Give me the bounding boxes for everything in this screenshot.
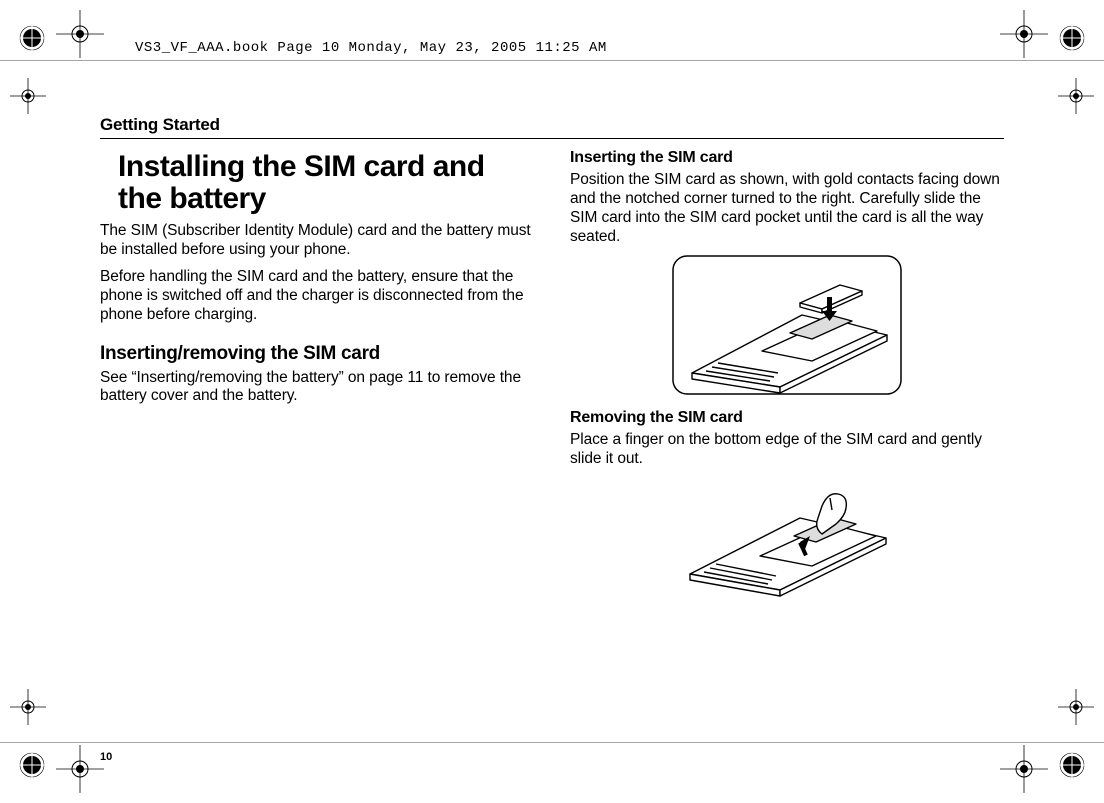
body-paragraph: See “Inserting/removing the battery” on … (100, 369, 534, 407)
file-header: VS3_VF_AAA.book Page 10 Monday, May 23, … (135, 40, 607, 56)
crosshair-icon (4, 683, 52, 731)
phone-insert-sim-illustration (570, 255, 1004, 395)
left-column: Installing the SIM card and the battery … (100, 149, 534, 733)
crosshair-icon (1052, 683, 1100, 731)
registration-mark-icon (18, 24, 46, 52)
subsection-heading: Inserting/removing the SIM card (100, 343, 534, 365)
crosshair-icon (56, 10, 104, 58)
crosshair-icon (56, 745, 104, 793)
body-paragraph: Place a finger on the bottom edge of the… (570, 431, 1004, 469)
section-title: Installing the SIM card and the battery (100, 151, 534, 214)
registration-mark-icon (18, 751, 46, 779)
crosshair-icon (1000, 10, 1048, 58)
crosshair-icon (1052, 72, 1100, 120)
body-paragraph: Position the SIM card as shown, with gol… (570, 171, 1004, 247)
subsubsection-heading: Inserting the SIM card (570, 149, 1004, 167)
right-column: Inserting the SIM card Position the SIM … (570, 149, 1004, 733)
crosshair-icon (4, 72, 52, 120)
page-number: 10 (100, 751, 112, 763)
running-head: Getting Started (100, 115, 1004, 139)
body-paragraph: Before handling the SIM card and the bat… (100, 268, 534, 325)
phone-remove-sim-illustration (570, 476, 1004, 601)
crosshair-icon (1000, 745, 1048, 793)
registration-mark-icon (1058, 24, 1086, 52)
subsubsection-heading: Removing the SIM card (570, 409, 1004, 427)
body-paragraph: The SIM (Subscriber Identity Module) car… (100, 222, 534, 260)
registration-mark-icon (1058, 751, 1086, 779)
